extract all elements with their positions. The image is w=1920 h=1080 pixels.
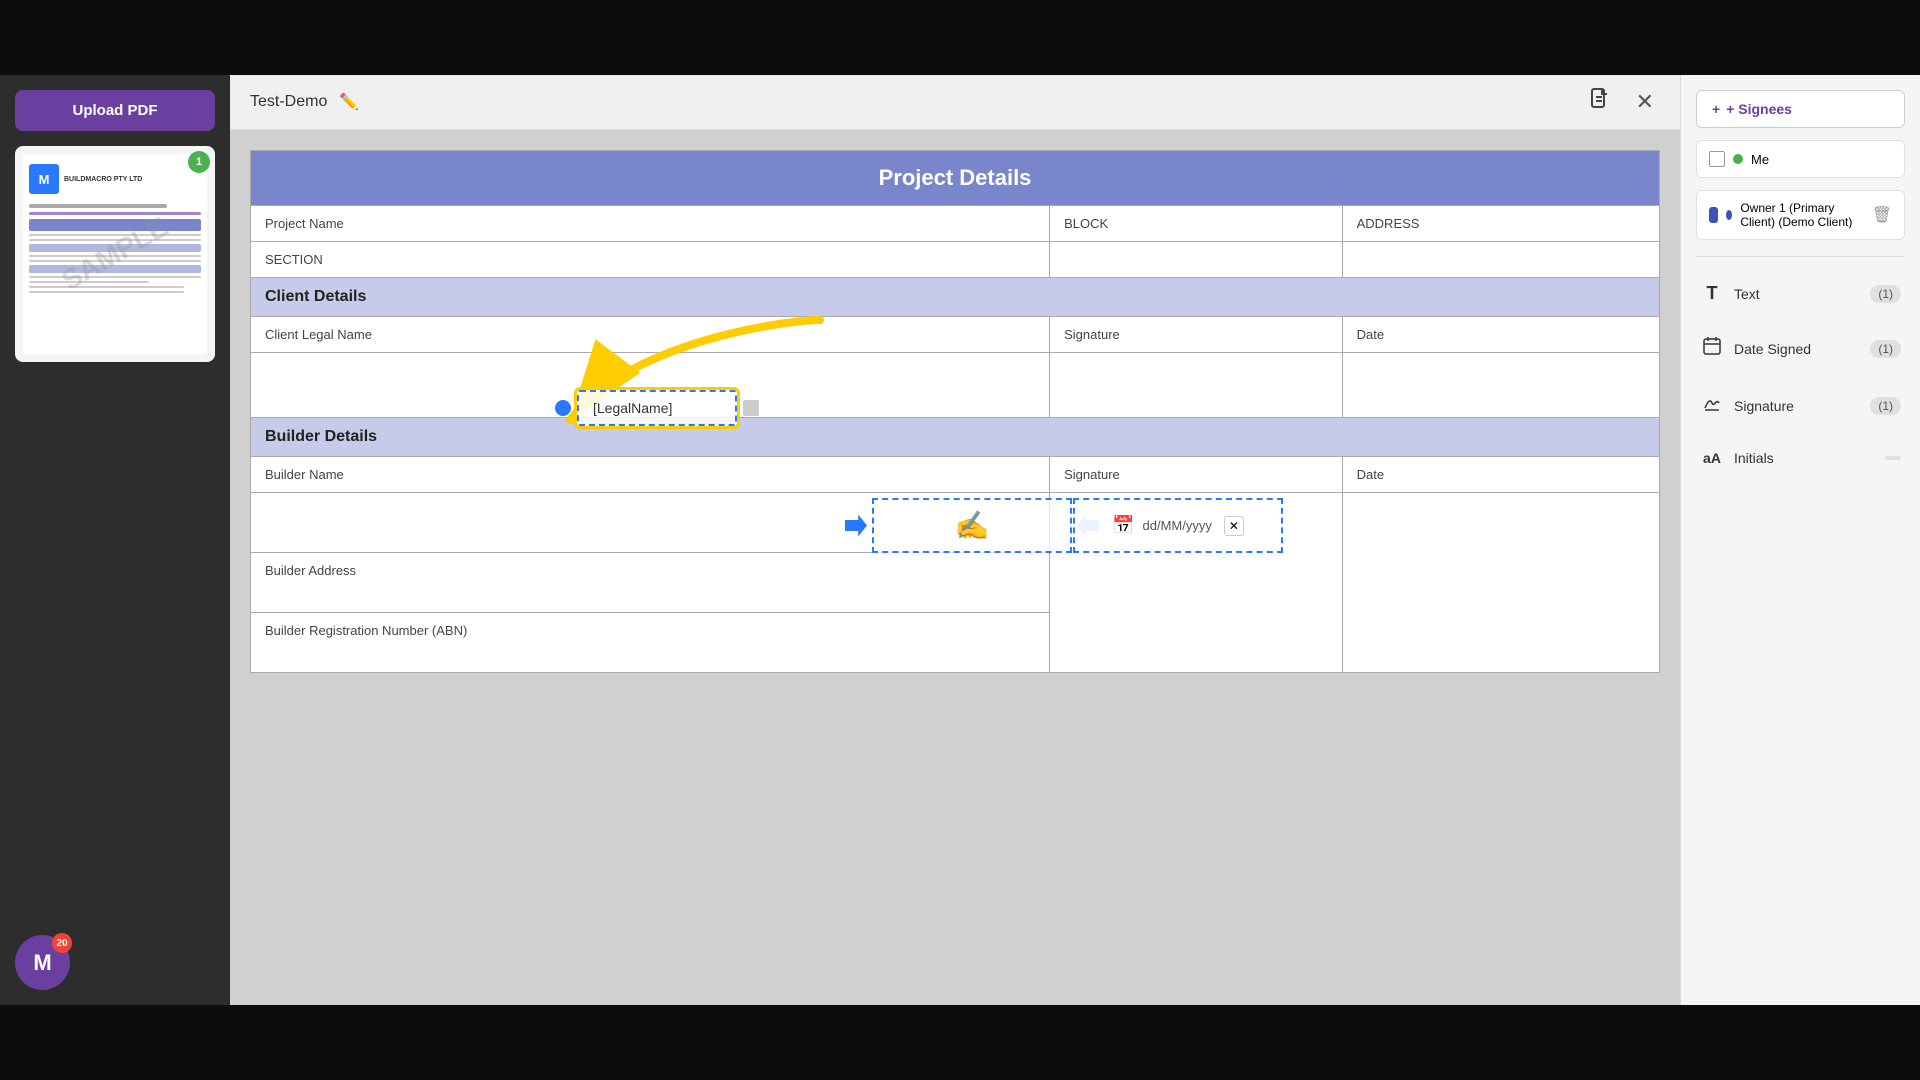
sig-blue-arrow-left[interactable] (845, 515, 867, 537)
builder-details-header-row: Builder Details (251, 418, 1660, 457)
field-resize-handle[interactable] (743, 400, 759, 416)
builder-details-title: Builder Details (251, 418, 1660, 457)
add-signees-button[interactable]: + + Signees (1696, 90, 1905, 128)
calendar-icon: 📅 (1112, 515, 1134, 536)
date-signed-icon (1700, 336, 1724, 361)
signee-owner-label: Owner 1 (Primary Client) (Demo Client) (1740, 201, 1863, 229)
signee-me[interactable]: Me (1696, 140, 1905, 178)
document-thumbnail[interactable]: 1 M BUILDMACRO PTY LTD (15, 146, 215, 362)
doc-logo-area: M BUILDMACRO PTY LTD (29, 160, 201, 198)
date-placeholder: dd/MM/yyyy (1143, 518, 1212, 533)
project-data-row: SECTION (251, 242, 1660, 278)
signature-field-icon (1700, 393, 1724, 418)
block-header: BLOCK (1050, 206, 1342, 242)
project-details-table: Project Details Project Name BLOCK ADDRE… (250, 150, 1660, 673)
date-signed-label: Date Signed (1734, 341, 1860, 357)
signature-field-label: Signature (1734, 398, 1860, 414)
text-field-count: (1) (1870, 285, 1901, 303)
client-col-headers: Client Legal Name Signature Date (251, 317, 1660, 353)
panel-divider (1696, 256, 1905, 257)
main-layout: Upload PDF 1 M BUILDMACRO PTY LTD (0, 75, 1920, 1005)
field-type-text[interactable]: T Text (1) (1696, 273, 1905, 314)
signature-header: Signature (1050, 317, 1342, 353)
client-signature-value (1050, 353, 1342, 418)
notification-badge: 20 (52, 933, 72, 953)
client-details-title: Client Details (251, 278, 1660, 317)
initials-field-count (1885, 456, 1901, 460)
date-field-overlay[interactable]: 📅 dd/MM/yyyy ✕ (1073, 498, 1283, 553)
signee-me-dot (1733, 154, 1743, 164)
date-signed-count: (1) (1870, 340, 1901, 358)
signature-field-count: (1) (1870, 397, 1901, 415)
field-type-date-signed[interactable]: Date Signed (1) (1696, 326, 1905, 371)
top-bar (0, 0, 1920, 75)
project-details-title: Project Details (251, 151, 1660, 206)
builder-date-header: Date (1342, 457, 1659, 493)
builder-name-header: Builder Name (251, 457, 1050, 493)
doc-preview-lines (29, 204, 201, 293)
section-label: SECTION (251, 242, 1050, 278)
client-legal-name-header: Client Legal Name (251, 317, 1050, 353)
date-header: Date (1342, 317, 1659, 353)
toolbar: Test-Demo ✏️ ✕ (230, 75, 1680, 130)
signee-me-label: Me (1751, 152, 1769, 167)
doc-title: Test-Demo (250, 93, 327, 111)
right-panel: + + Signees Me Owner 1 (Primary Client) … (1680, 75, 1920, 1005)
text-field-label: Text (1734, 286, 1860, 302)
address-header: ADDRESS (1342, 206, 1659, 242)
field-type-initials[interactable]: aA Initials (1696, 440, 1905, 476)
initials-field-icon: aA (1700, 450, 1724, 466)
signee-me-checkbox[interactable] (1709, 151, 1725, 167)
project-col-headers: Project Name BLOCK ADDRESS (251, 206, 1660, 242)
signature-icon: ✍ (955, 509, 990, 542)
signee-owner[interactable]: Owner 1 (Primary Client) (Demo Client) 🗑 (1696, 190, 1905, 240)
logo-m: M (33, 950, 51, 976)
edit-title-icon[interactable]: ✏️ (339, 92, 359, 112)
legal-name-field[interactable]: [LegalName] (555, 390, 759, 426)
signature-field-box[interactable]: ✍ (872, 498, 1072, 553)
project-address-value (1342, 242, 1659, 278)
doc-company-text: BUILDMACRO PTY LTD (64, 176, 142, 183)
signee-owner-avatar (1709, 207, 1718, 223)
project-block-value (1050, 242, 1342, 278)
center-area: Test-Demo ✏️ ✕ (230, 75, 1680, 1005)
date-close-btn[interactable]: ✕ (1224, 516, 1244, 536)
app-logo: M 20 (15, 935, 70, 990)
builder-signature-header: Signature (1050, 457, 1342, 493)
doc-logo-icon: M (29, 164, 59, 194)
add-signees-label: + Signees (1726, 101, 1792, 117)
initials-field-label: Initials (1734, 450, 1875, 466)
signee-owner-delete[interactable]: 🗑 (1872, 205, 1892, 225)
client-details-header-row: Client Details (251, 278, 1660, 317)
date-field-box[interactable]: 📅 dd/MM/yyyy ✕ (1073, 498, 1283, 553)
field-type-signature[interactable]: Signature (1) (1696, 383, 1905, 428)
builder-address-label: Builder Address (251, 553, 1050, 613)
bottom-bar (0, 1005, 1920, 1080)
doc-badge: 1 (188, 151, 210, 173)
field-drag-handle[interactable] (555, 400, 571, 416)
logo-circle: M 20 (15, 935, 70, 990)
plus-icon: + (1712, 101, 1720, 117)
doc-canvas: [LegalName] ✍ 📅 dd/MM/yyyy ✕ (230, 130, 1680, 1005)
builder-date-value (1342, 493, 1659, 673)
upload-pdf-button[interactable]: Upload PDF (15, 90, 215, 131)
builder-abn-label: Builder Registration Number (ABN) (251, 613, 1050, 673)
client-date-value (1342, 353, 1659, 418)
document-icon-btn[interactable] (1582, 81, 1618, 123)
doc-thumbnail-inner: M BUILDMACRO PTY LTD (23, 154, 207, 354)
builder-col-headers: Builder Name Signature Date (251, 457, 1660, 493)
close-button[interactable]: ✕ (1630, 83, 1660, 121)
text-field-icon: T (1700, 283, 1724, 304)
project-details-header-row: Project Details (251, 151, 1660, 206)
left-sidebar: Upload PDF 1 M BUILDMACRO PTY LTD (0, 75, 230, 1005)
legal-name-input[interactable]: [LegalName] (577, 390, 737, 426)
signature-field-overlay[interactable]: ✍ (845, 498, 1099, 553)
client-data-row (251, 353, 1660, 418)
project-name-header: Project Name (251, 206, 1050, 242)
signee-owner-dot (1726, 210, 1732, 220)
